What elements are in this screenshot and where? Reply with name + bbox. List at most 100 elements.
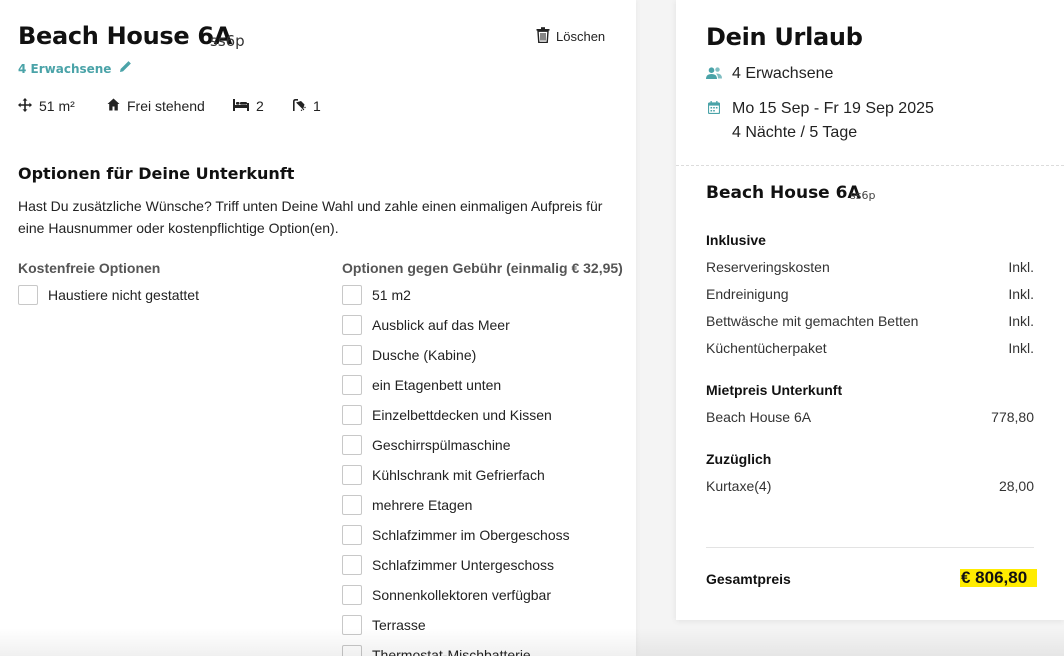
option-bedroom-downstairs[interactable]: Schlafzimmer Untergeschoss (342, 555, 570, 575)
paid-options-list: 51 m2 Ausblick auf das Meer Dusche (Kabi… (342, 285, 570, 656)
delete-button[interactable]: Löschen (536, 27, 605, 46)
price-line-label: Endreinigung (706, 286, 789, 302)
fact-area: 51 m² (18, 97, 75, 115)
option-checkbox[interactable] (342, 285, 362, 305)
total-price: € 806,80 (960, 569, 1038, 587)
option-bedroom-upstairs[interactable]: Schlafzimmer im Obergeschoss (342, 525, 570, 545)
pencil-icon (119, 61, 132, 76)
option-checkbox[interactable] (342, 345, 362, 365)
option-sea-view[interactable]: Ausblick auf das Meer (342, 315, 570, 335)
option-label: Terrasse (372, 617, 426, 633)
price-line-value: 28,00 (998, 478, 1034, 494)
option-bunk-bed[interactable]: ein Etagenbett unten (342, 375, 570, 395)
option-terrace[interactable]: Terrasse (342, 615, 570, 635)
option-single-duvets[interactable]: Einzelbettdecken und Kissen (342, 405, 570, 425)
option-checkbox[interactable] (342, 615, 362, 635)
delete-label: Löschen (556, 29, 606, 44)
dashed-divider (676, 165, 1064, 166)
option-thermostat-mixer[interactable]: Thermostat-Mischbatterie (342, 645, 570, 656)
move-arrows-icon (18, 97, 32, 115)
price-line-value: 778,80 (991, 409, 1034, 425)
option-label: Schlafzimmer im Obergeschoss (372, 527, 570, 543)
option-label: Sonnenkollektoren verfügbar (372, 587, 552, 603)
fact-baths-value: 1 (313, 98, 321, 114)
accommodation-options-card: Beach House 6A ss6p Löschen 4 Erwachsene… (0, 0, 636, 656)
fact-baths: 1 (292, 98, 321, 114)
summary-dates-value: Mo 15 Sep - Fr 19 Sep 2025 (732, 100, 934, 117)
fact-type-value: Frei stehend (127, 98, 205, 114)
price-line-value: Inkl. (1008, 340, 1034, 356)
fact-area-value: 51 m² (39, 98, 75, 114)
price-line: Beach House 6A 778,80 (706, 409, 1034, 425)
price-line: Reserveringskosten Inkl. (706, 259, 1034, 275)
inclusive-heading: Inklusive (706, 232, 766, 248)
option-label: Haustiere nicht gestattet (48, 287, 199, 303)
price-line-value: Inkl. (1008, 313, 1034, 329)
summary-house-name: Beach House 6A (706, 183, 861, 203)
shower-icon (292, 98, 306, 114)
option-no-pets[interactable]: Haustiere nicht gestattet (18, 285, 199, 305)
price-line: Endreinigung Inkl. (706, 286, 1034, 302)
option-shower-cabin[interactable]: Dusche (Kabine) (342, 345, 570, 365)
option-checkbox[interactable] (18, 285, 38, 305)
summary-guests-value: 4 Erwachsene (732, 65, 834, 82)
users-icon (706, 67, 722, 80)
guests-label: 4 Erwachsene (18, 61, 112, 76)
option-checkbox[interactable] (342, 645, 362, 656)
house-code: ss6p (210, 32, 245, 50)
option-checkbox[interactable] (342, 315, 362, 335)
summary-title: Dein Urlaub (706, 23, 863, 51)
rent-heading: Mietpreis Unterkunft (706, 382, 843, 398)
option-label: Ausblick auf das Meer (372, 317, 510, 333)
paid-options-heading: Optionen gegen Gebühr (einmalig € 32,95) (342, 260, 623, 276)
price-line-label: Küchentücherpaket (706, 340, 827, 356)
fact-beds: 2 (233, 98, 264, 114)
price-line-label: Beach House 6A (706, 409, 812, 425)
option-label: Dusche (Kabine) (372, 347, 477, 363)
house-title: Beach House 6A (18, 22, 233, 50)
calendar-icon (706, 101, 722, 114)
price-line-label: Bettwäsche mit gemachten Betten (706, 313, 919, 329)
summary-dates-text: Mo 15 Sep - Fr 19 Sep 2025 4 Nächte / 5 … (732, 99, 934, 142)
total-divider (706, 547, 1034, 548)
option-solar-panels[interactable]: Sonnenkollektoren verfügbar (342, 585, 570, 605)
option-51m2[interactable]: 51 m2 (342, 285, 570, 305)
option-checkbox[interactable] (342, 585, 362, 605)
option-fridge-freezer[interactable]: Kühlschrank mit Gefrierfach (342, 465, 570, 485)
option-label: 51 m2 (372, 287, 411, 303)
option-label: Geschirrspülmaschine (372, 437, 511, 453)
option-dishwasher[interactable]: Geschirrspülmaschine (342, 435, 570, 455)
option-label: Thermostat-Mischbatterie (372, 647, 531, 656)
summary-duration-value: 4 Nächte / 5 Tage (732, 124, 858, 141)
total-label: Gesamtpreis (706, 571, 791, 587)
option-label: Einzelbettdecken und Kissen (372, 407, 552, 423)
summary-guests: 4 Erwachsene (706, 65, 833, 83)
option-checkbox[interactable] (342, 555, 362, 575)
option-label: Kühlschrank mit Gefrierfach (372, 467, 545, 483)
fact-type: Frei stehend (107, 98, 205, 114)
price-line-label: Reserveringskosten (706, 259, 830, 275)
option-checkbox[interactable] (342, 435, 362, 455)
price-line-label: Kurtaxe(4) (706, 478, 772, 494)
price-line: Bettwäsche mit gemachten Betten Inkl. (706, 313, 1034, 329)
price-line: Kurtaxe(4) 28,00 (706, 478, 1034, 494)
option-checkbox[interactable] (342, 465, 362, 485)
option-checkbox[interactable] (342, 405, 362, 425)
summary-dates: Mo 15 Sep - Fr 19 Sep 2025 4 Nächte / 5 … (706, 99, 934, 142)
summary-house-code: ss6p (850, 189, 876, 202)
option-checkbox[interactable] (342, 375, 362, 395)
option-checkbox[interactable] (342, 525, 362, 545)
price-line-value: Inkl. (1008, 286, 1034, 302)
option-multiple-floors[interactable]: mehrere Etagen (342, 495, 570, 515)
edit-guests-link[interactable]: 4 Erwachsene (18, 61, 132, 76)
extra-heading: Zuzüglich (706, 451, 772, 467)
option-label: ein Etagenbett unten (372, 377, 502, 393)
options-description: Hast Du zusätzliche Wünsche? Triff unten… (18, 198, 603, 236)
option-label: mehrere Etagen (372, 497, 473, 513)
trash-icon (536, 27, 550, 46)
free-options-list: Haustiere nicht gestattet (18, 285, 199, 305)
bed-icon (233, 98, 249, 114)
option-checkbox[interactable] (342, 495, 362, 515)
booking-summary-card: Dein Urlaub 4 Erwachsene Mo 15 Sep - Fr … (676, 0, 1064, 620)
price-line-value: Inkl. (1008, 259, 1034, 275)
